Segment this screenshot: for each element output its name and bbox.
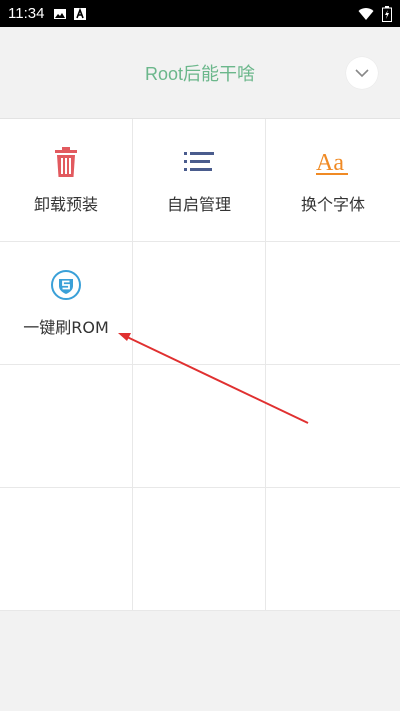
font-aa-icon: Aa: [316, 150, 348, 176]
battery-icon: [382, 5, 392, 22]
grid-item-change-font[interactable]: Aa 换个字体: [266, 119, 400, 242]
wifi-icon: [358, 7, 374, 20]
image-icon: [54, 8, 67, 19]
grid-item-label: 换个字体: [300, 195, 365, 214]
list-icon: [184, 152, 214, 171]
grid-item-label: 卸载预装: [33, 195, 98, 214]
svg-text:Aa: Aa: [316, 150, 344, 176]
status-time: 11:34: [8, 5, 45, 22]
chevron-down-icon: [355, 69, 369, 78]
grid-item-flash-rom[interactable]: 一键刷ROM: [0, 242, 133, 365]
status-bar: 11:34: [0, 0, 400, 27]
grid-empty-cell: [0, 365, 133, 488]
grid-empty-cell: [266, 242, 400, 365]
collapse-button[interactable]: [346, 57, 378, 89]
shield-s-icon: [51, 270, 81, 300]
grid-item-uninstall-preinstalled[interactable]: 卸载预装: [0, 119, 133, 242]
grid-empty-cell: [266, 365, 400, 488]
app-header: Root后能干啥: [0, 27, 400, 119]
grid-empty-cell: [133, 242, 266, 365]
grid-item-label: 自启管理: [166, 195, 231, 214]
grid-empty-cell: [133, 365, 266, 488]
grid-empty-cell: [266, 488, 400, 611]
page-title: Root后能干啥: [144, 63, 256, 84]
grid-empty-cell: [0, 488, 133, 611]
a-notification-icon: [74, 7, 87, 20]
feature-grid: 卸载预装 自启管理 Aa 换个字体 一键刷ROM: [0, 119, 400, 611]
trash-icon: [55, 147, 77, 177]
grid-item-label: 一键刷ROM: [23, 318, 109, 337]
grid-item-autostart-manage[interactable]: 自启管理: [133, 119, 266, 242]
grid-empty-cell: [133, 488, 266, 611]
